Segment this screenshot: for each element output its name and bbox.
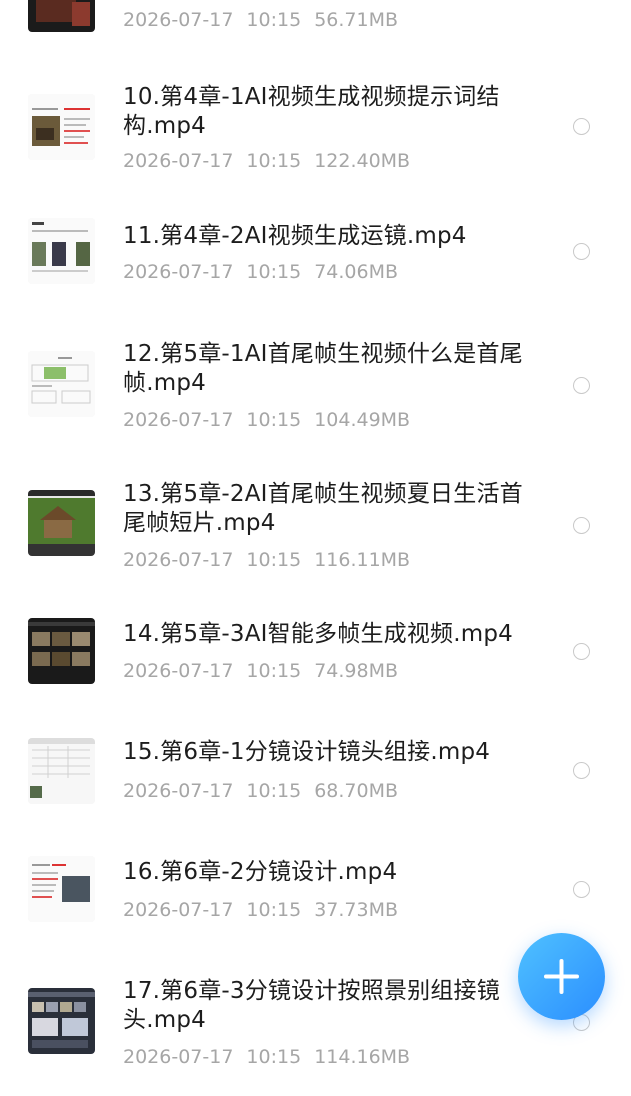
file-size: 116.11MB bbox=[314, 549, 411, 571]
video-thumbnail bbox=[28, 988, 95, 1054]
video-thumbnail bbox=[28, 856, 95, 922]
video-thumbnail bbox=[28, 0, 95, 32]
select-radio[interactable] bbox=[573, 643, 590, 660]
file-meta: 2026-07-17 10:15 74.06MB bbox=[123, 260, 411, 284]
file-name: 13.第5章-2AI首尾帧生视频夏日生活首尾帧短片.mp4 bbox=[123, 481, 523, 536]
file-date: 2026-07-17 bbox=[123, 1046, 234, 1068]
file-name: 11.第4章-2AI视频生成运镜.mp4 bbox=[123, 223, 467, 249]
file-meta: 2026-07-17 10:15 116.11MB bbox=[123, 548, 423, 572]
file-time: 10:15 bbox=[246, 261, 302, 283]
file-meta: 2026-07-17 10:15 74.98MB bbox=[123, 659, 411, 683]
file-item[interactable]: 10.第4章-1AI视频生成视频提示词结构.mp4 2026-07-17 10:1… bbox=[0, 80, 631, 200]
select-radio[interactable] bbox=[573, 762, 590, 779]
file-date: 2026-07-17 bbox=[123, 261, 234, 283]
file-meta: 2026-07-17 10:15 68.70MB bbox=[123, 779, 411, 803]
plus-icon bbox=[544, 959, 579, 994]
file-date: 2026-07-17 bbox=[123, 899, 234, 921]
file-name: 15.第6章-1分镜设计镜头组接.mp4 bbox=[123, 739, 491, 765]
video-thumbnail bbox=[28, 490, 95, 556]
select-radio[interactable] bbox=[573, 377, 590, 394]
file-time: 10:15 bbox=[246, 409, 302, 431]
file-date: 2026-07-17 bbox=[123, 660, 234, 682]
file-meta: 2026-07-17 10:15 122.40MB bbox=[123, 149, 423, 173]
file-item[interactable]: 15.第6章-1分镜设计镜头组接.mp4 2026-07-17 10:15 68.7… bbox=[0, 738, 631, 858]
file-item[interactable]: 11.第4章-2AI视频生成运镜.mp4 2026-07-17 10:15 74.0… bbox=[0, 218, 631, 338]
file-item[interactable]: 12.第5章-1AI首尾帧生视频什么是首尾帧.mp4 2026-07-17 10:… bbox=[0, 340, 631, 460]
file-date: 2026-07-17 bbox=[123, 9, 234, 31]
file-list: 2026-07-17 10:15 56.71MB 10.第4章-1AI视频生成视频提… bbox=[0, 0, 631, 1080]
file-size: 104.49MB bbox=[314, 409, 411, 431]
file-name: 17.第6章-3分镜设计按照景别组接镜头.mp4 bbox=[123, 978, 500, 1033]
file-time: 10:15 bbox=[246, 1046, 302, 1068]
file-date: 2026-07-17 bbox=[123, 780, 234, 802]
file-size: 114.16MB bbox=[314, 1046, 411, 1068]
video-thumbnail bbox=[28, 618, 95, 684]
file-name: 16.第6章-2分镜设计.mp4 bbox=[123, 859, 398, 885]
file-name: 10.第4章-1AI视频生成视频提示词结构.mp4 bbox=[123, 84, 500, 139]
file-meta: 2026-07-17 10:15 56.71MB bbox=[123, 8, 411, 32]
file-size: 68.70MB bbox=[314, 780, 399, 802]
file-meta: 2026-07-17 10:15 37.73MB bbox=[123, 898, 411, 922]
video-thumbnail bbox=[28, 94, 95, 160]
video-thumbnail bbox=[28, 738, 95, 804]
video-thumbnail bbox=[28, 218, 95, 284]
file-name: 14.第5章-3AI智能多帧生成视频.mp4 bbox=[123, 621, 514, 647]
file-time: 10:15 bbox=[246, 150, 302, 172]
file-size: 122.40MB bbox=[314, 150, 411, 172]
file-size: 74.98MB bbox=[314, 660, 399, 682]
select-radio[interactable] bbox=[573, 118, 590, 135]
file-item[interactable]: 14.第5章-3AI智能多帧生成视频.mp4 2026-07-17 10:15 74… bbox=[0, 618, 631, 740]
file-time: 10:15 bbox=[246, 660, 302, 682]
select-radio[interactable] bbox=[573, 517, 590, 534]
file-date: 2026-07-17 bbox=[123, 409, 234, 431]
video-thumbnail bbox=[28, 351, 95, 417]
file-time: 10:15 bbox=[246, 780, 302, 802]
file-meta: 2026-07-17 10:15 114.16MB bbox=[123, 1045, 423, 1069]
file-time: 10:15 bbox=[246, 899, 302, 921]
add-button[interactable] bbox=[518, 933, 605, 1020]
file-size: 74.06MB bbox=[314, 261, 399, 283]
file-item[interactable]: 2026-07-17 10:15 56.71MB bbox=[0, 0, 631, 38]
file-time: 10:15 bbox=[246, 549, 302, 571]
file-size: 37.73MB bbox=[314, 899, 399, 921]
file-meta: 2026-07-17 10:15 104.49MB bbox=[123, 408, 423, 432]
file-time: 10:15 bbox=[246, 9, 302, 31]
select-radio[interactable] bbox=[573, 881, 590, 898]
file-item[interactable]: 13.第5章-2AI首尾帧生视频夏日生活首尾帧短片.mp4 2026-07-17… bbox=[0, 480, 631, 600]
file-name: 12.第5章-1AI首尾帧生视频什么是首尾帧.mp4 bbox=[123, 341, 523, 396]
file-date: 2026-07-17 bbox=[123, 150, 234, 172]
file-date: 2026-07-17 bbox=[123, 549, 234, 571]
select-radio[interactable] bbox=[573, 243, 590, 260]
file-size: 56.71MB bbox=[314, 9, 399, 31]
